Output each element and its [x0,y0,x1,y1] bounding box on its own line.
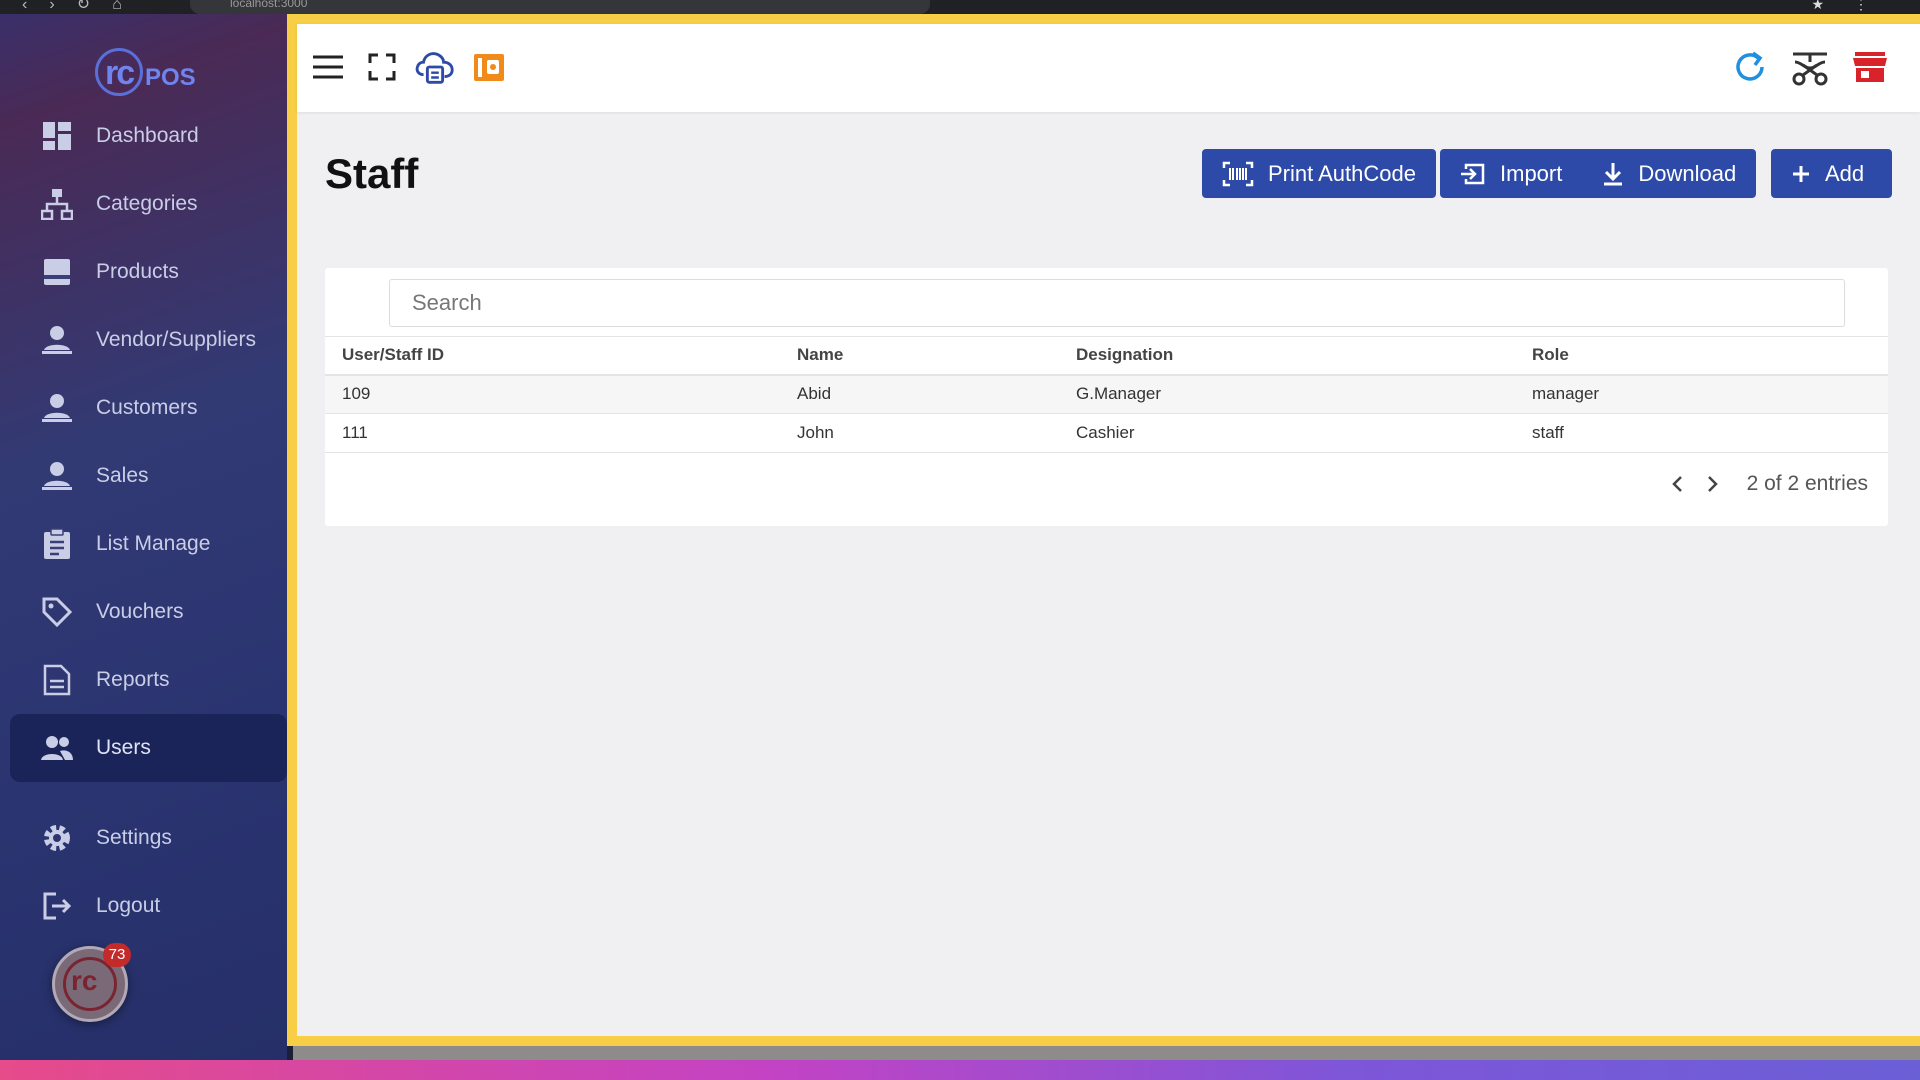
hamburger-menu-icon[interactable] [307,46,349,88]
sidebar-item-settings[interactable]: Settings [10,804,287,872]
staff-table: User/Staff ID Name Designation Role 109 … [325,336,1888,453]
gear-icon [40,821,74,855]
sidebar-item-dashboard[interactable]: Dashboard [10,102,287,170]
clipboard-icon [40,527,74,561]
fullscreen-icon[interactable] [361,46,403,88]
logo-pos-text: POS [145,64,196,91]
sidebar-item-users[interactable]: Users [10,714,287,782]
categories-icon [40,187,74,221]
download-button[interactable]: Download [1582,149,1756,198]
print-authcode-label: Print AuthCode [1268,160,1416,186]
top-toolbar [297,24,1920,112]
chevron-left-icon[interactable] [1659,468,1695,500]
browser-right-icons[interactable]: ★⋮ [1811,0,1898,13]
sidebar-item-label: Vendor/Suppliers [96,328,256,351]
bubble-logo-text: rc [71,965,98,996]
logo-rc-text: rc [105,54,135,92]
column-header-designation[interactable]: Designation [1076,336,1532,376]
cell-id: 109 [325,374,797,414]
sidebar-item-vouchers[interactable]: Vouchers [10,578,287,646]
network-sync-icon[interactable] [1789,46,1831,88]
cell-role: manager [1532,374,1888,414]
column-header-id[interactable]: User/Staff ID [325,336,797,376]
logout-icon [40,889,74,923]
sidebar-item-label: Settings [96,826,172,849]
notification-count-badge: 73 [103,943,131,967]
sidebar-item-label: Reports [96,668,170,691]
products-icon [40,255,74,289]
download-label: Download [1638,160,1737,186]
sidebar-item-label: Products [96,260,179,283]
main-frame: Staff Print AuthCode Import Download Add [287,14,1920,1046]
cell-name: Abid [797,374,1076,414]
sidebar-item-categories[interactable]: Categories [10,170,287,238]
cash-drawer-icon[interactable] [468,46,510,88]
import-label: Import [1500,160,1563,186]
page-title: Staff [325,150,419,197]
browser-toolbar: ‹›↻⌂ localhost:3000 ★⋮ [0,0,1920,14]
sidebar-item-label: List Manage [96,532,211,555]
print-authcode-button[interactable]: Print AuthCode [1202,149,1436,198]
taskbar-strip [0,1060,1920,1080]
store-icon[interactable] [1849,46,1891,88]
cell-name: John [797,413,1076,453]
sidebar-item-label: Logout [96,894,161,917]
dashboard-icon [40,119,74,153]
sidebar-item-label: Categories [96,192,198,215]
tag-icon [40,595,74,629]
sidebar-item-customers[interactable]: Customers [10,374,287,442]
table-row[interactable]: 111 John Cashier staff [325,413,1888,453]
column-header-role[interactable]: Role [1532,336,1888,376]
floating-chat-bubble[interactable]: rc 73 [52,943,131,1022]
cell-designation: G.Manager [1076,374,1532,414]
sidebar-item-vendor-suppliers[interactable]: Vendor/Suppliers [10,306,287,374]
customers-icon [40,391,74,425]
horizontal-scrollbar[interactable] [293,1046,1920,1060]
cell-role: staff [1532,413,1888,453]
pagination-summary: 2 of 2 entries [1746,472,1868,495]
browser-nav-icons[interactable]: ‹›↻⌂ [22,0,144,14]
refresh-icon[interactable] [1729,46,1771,88]
add-label: Add [1825,160,1865,186]
chevron-right-icon[interactable] [1695,468,1731,500]
sidebar-menu: Dashboard Categories Products Vendor/Sup… [10,102,287,940]
sidebar-item-reports[interactable]: Reports [10,646,287,714]
import-icon [1460,162,1486,186]
sidebar-item-label: Dashboard [96,124,199,147]
sidebar-item-logout[interactable]: Logout [10,872,287,940]
add-staff-button[interactable]: Add [1771,149,1892,198]
browser-url[interactable]: localhost:3000 [190,0,930,14]
app-logo[interactable]: rc POS [95,36,205,96]
sidebar-item-products[interactable]: Products [10,238,287,306]
sidebar-item-label: Users [96,736,151,759]
sidebar-item-sales[interactable]: Sales [10,442,287,510]
report-icon [40,663,74,697]
import-button[interactable]: Import [1440,149,1582,198]
vendor-icon [40,323,74,357]
sidebar-item-label: Sales [96,464,149,487]
users-icon [40,731,74,765]
cell-designation: Cashier [1076,413,1532,453]
sidebar-item-label: Customers [96,396,198,419]
import-download-group: Import Download [1440,149,1757,198]
search-input[interactable] [389,279,1845,327]
cell-id: 111 [325,413,797,453]
barcode-icon [1222,161,1254,187]
staff-table-card: User/Staff ID Name Designation Role 109 … [325,268,1888,526]
sales-icon [40,459,74,493]
sidebar-item-label: Vouchers [96,600,184,623]
table-header-row: User/Staff ID Name Designation Role [325,336,1888,376]
plus-icon [1791,164,1811,184]
sidebar: rc POS Dashboard Categories Products Ven… [0,14,287,1060]
pagination: 2 of 2 entries [1659,468,1868,500]
download-icon [1602,162,1624,186]
column-header-name[interactable]: Name [797,336,1076,376]
table-row[interactable]: 109 Abid G.Manager manager [325,374,1888,414]
sidebar-item-list-manage[interactable]: List Manage [10,510,287,578]
menu-gap [10,782,287,804]
cloud-print-icon[interactable] [414,46,456,88]
